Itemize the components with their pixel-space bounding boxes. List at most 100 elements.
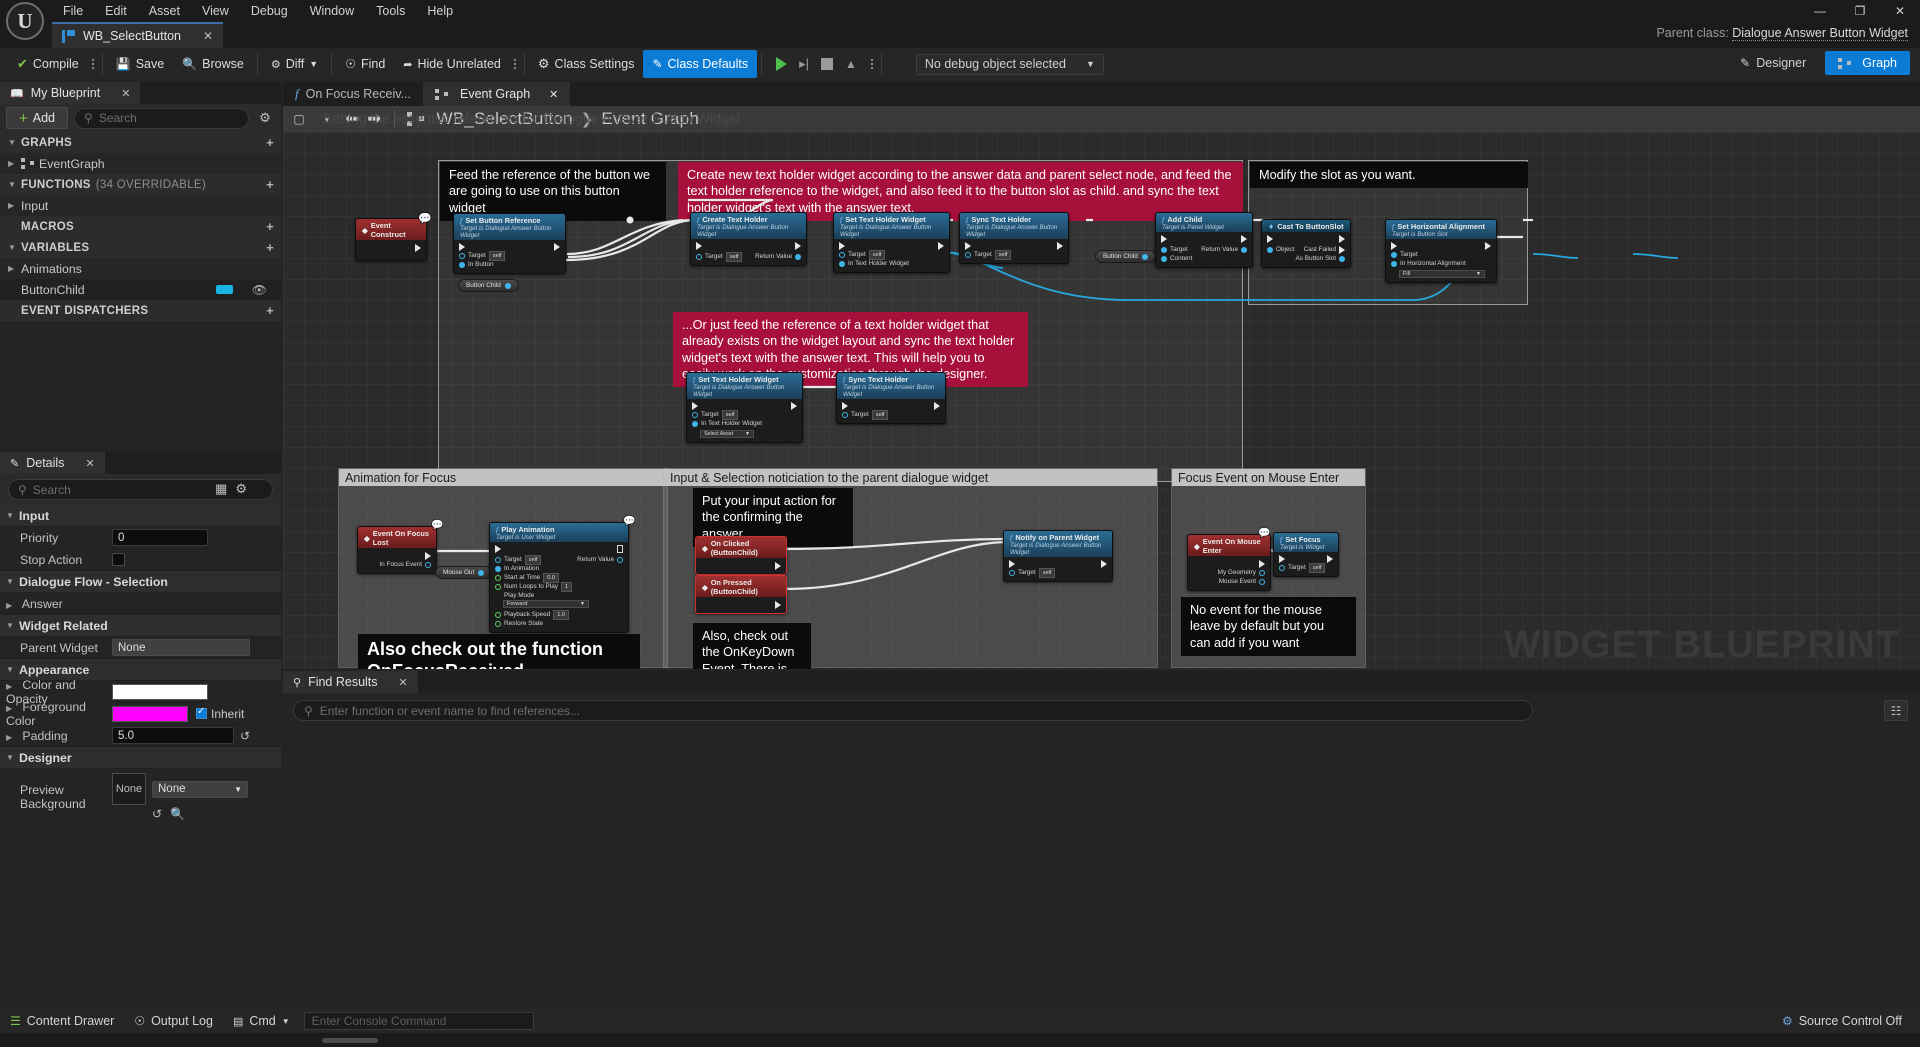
- tab-event-graph[interactable]: Event Graph ✕: [422, 82, 571, 106]
- node-set-text-holder-widget-top[interactable]: f Set Text Holder Widget Target is Dialog…: [833, 212, 950, 273]
- class-defaults-button[interactable]: ✎ Class Defaults: [643, 50, 758, 78]
- chevron-right-icon[interactable]: ▶: [8, 264, 21, 273]
- node-pin-return-value[interactable]: Return Value: [577, 555, 623, 564]
- chevron-right-icon[interactable]: ▶: [8, 159, 21, 168]
- output-log-button[interactable]: ☉ Output Log: [124, 1009, 223, 1033]
- add-button[interactable]: + Add: [6, 107, 69, 129]
- node-pin-target[interactable]: Target: [1391, 250, 1491, 259]
- eye-icon[interactable]: 👁: [252, 283, 267, 297]
- node-var-button-child-1[interactable]: Button Child: [458, 279, 519, 292]
- chevron-right-icon[interactable]: ▶: [6, 601, 19, 610]
- add-dispatcher-icon[interactable]: +: [266, 303, 274, 318]
- menu-item-help[interactable]: Help: [416, 1, 464, 21]
- hide-unrelated-options-icon[interactable]: [510, 52, 520, 76]
- node-pin-in-exec[interactable]: [696, 242, 702, 250]
- browse-icon[interactable]: 🔍: [170, 807, 185, 821]
- node-pin-out-exec[interactable]: [934, 402, 940, 410]
- node-event-on-focus-lost[interactable]: ◆ Event On Focus Lost In Focus Event: [357, 526, 437, 574]
- menu-item-view[interactable]: View: [191, 1, 240, 21]
- node-pin-in-horizontal-alignment[interactable]: In Horizontal Alignment: [1391, 259, 1491, 268]
- save-button[interactable]: 💾 Save: [107, 50, 173, 78]
- node-pin-out-exec[interactable]: [791, 402, 797, 410]
- sidebar-item-buttonchild[interactable]: ButtonChild 👁: [0, 279, 281, 300]
- parent-class-value[interactable]: Dialogue Answer Button Widget: [1732, 26, 1908, 41]
- maximize-button[interactable]: ❐: [1840, 0, 1880, 22]
- node-pin-as-button-slot[interactable]: As Button Slot: [1267, 254, 1345, 263]
- stop-icon[interactable]: [821, 58, 834, 70]
- parent-widget-combo[interactable]: None: [112, 639, 250, 656]
- close-button[interactable]: ✕: [1880, 0, 1920, 22]
- node-pin-target[interactable]: Target self: [692, 409, 797, 420]
- node-pin-target[interactable]: Target self: [1279, 562, 1333, 573]
- node-pin-target[interactable]: Target self: [839, 249, 944, 260]
- node-pin-in-exec[interactable]: [1009, 560, 1015, 568]
- node-pin-in-focus-event[interactable]: In Focus Event: [363, 560, 431, 569]
- node-pin-out-exec[interactable]: [554, 243, 560, 251]
- details-tab[interactable]: ✎ Details ✕: [0, 452, 105, 474]
- node-sync-text-holder-top[interactable]: f Sync Text Holder Target is Dialogue Ans…: [959, 212, 1069, 264]
- node-pin-in-button[interactable]: In Button: [459, 260, 560, 269]
- designer-mode-button[interactable]: ✎ Designer: [1727, 51, 1819, 75]
- my-blueprint-search-input[interactable]: ⚲ Search: [74, 107, 249, 129]
- node-on-clicked-buttonchild[interactable]: ◆ On Clicked (ButtonChild): [695, 536, 787, 575]
- node-pin-restore-state[interactable]: Restore State: [495, 619, 623, 628]
- my-blueprint-settings-icon[interactable]: ⚙: [255, 108, 275, 128]
- hide-unrelated-button[interactable]: ➦ Hide Unrelated: [394, 50, 510, 78]
- find-results-filter-button[interactable]: ☷: [1884, 700, 1908, 721]
- chevron-right-icon[interactable]: ▶: [8, 201, 21, 210]
- node-pin-content[interactable]: Content: [1161, 254, 1247, 263]
- node-pin-out-exec[interactable]: [701, 600, 781, 609]
- node-pin-target[interactable]: Target self: [842, 409, 940, 420]
- content-drawer-button[interactable]: ☰ Content Drawer: [0, 1009, 124, 1033]
- bookmark-icon[interactable]: ▢: [289, 109, 309, 129]
- add-function-icon[interactable]: +: [266, 177, 274, 192]
- node-cast-to-buttonslot[interactable]: ➧ Cast To ButtonSlot Object Cast Failed A…: [1261, 219, 1351, 268]
- node-pin-out-exec[interactable]: [363, 551, 431, 560]
- diff-button[interactable]: ⚙ Diff ▼: [262, 50, 327, 78]
- node-pin-out-exec[interactable]: [1057, 242, 1063, 250]
- horizontal-scrollbar-thumb[interactable]: [322, 1038, 378, 1043]
- node-pin-target[interactable]: Target self: [459, 250, 560, 261]
- color-and-opacity-swatch[interactable]: [112, 683, 208, 700]
- graph-mode-button[interactable]: Graph: [1825, 51, 1910, 75]
- node-pin-out-exec[interactable]: [617, 545, 623, 553]
- menu-item-edit[interactable]: Edit: [94, 1, 138, 21]
- node-var-mouse-out[interactable]: Mouse Out: [435, 566, 493, 579]
- my-blueprint-close-icon[interactable]: ✕: [121, 87, 130, 100]
- chevron-right-icon[interactable]: ▶: [6, 682, 19, 691]
- add-variable-icon[interactable]: +: [266, 240, 274, 255]
- node-pin-in-exec[interactable]: [1267, 235, 1273, 243]
- node-pin-out-exec[interactable]: [1241, 235, 1247, 243]
- details-close-icon[interactable]: ✕: [85, 457, 94, 470]
- find-results-tab[interactable]: ⚲ Find Results ✕: [283, 671, 418, 693]
- node-pin-num-loops[interactable]: Num Loops to Play 1: [495, 581, 623, 592]
- node-event-on-mouse-enter[interactable]: ◆ Event On Mouse Enter My Geometry Mouse …: [1187, 534, 1271, 591]
- node-pin-in-exec[interactable]: [1391, 242, 1397, 250]
- step-icon[interactable]: ▸|: [799, 56, 809, 72]
- section-variables[interactable]: ▼ VARIABLES +: [0, 237, 281, 258]
- reset-icon[interactable]: ↺: [240, 729, 250, 743]
- details-settings-icon[interactable]: ⚙: [235, 481, 247, 497]
- node-pin-return-value[interactable]: Return Value: [1201, 245, 1247, 254]
- minimize-button[interactable]: —: [1800, 0, 1840, 22]
- graph-canvas[interactable]: Setting the essential references for Dia…: [283, 110, 1920, 669]
- node-comment-bubble-icon[interactable]: 💬: [623, 516, 635, 527]
- sidebar-item-input[interactable]: ▶ Input: [0, 195, 281, 216]
- node-pin-out-exec[interactable]: [1327, 555, 1333, 563]
- node-comment-bubble-icon[interactable]: 💬: [418, 212, 432, 225]
- foreground-inherit-checkbox[interactable]: Inherit: [196, 706, 244, 721]
- foreground-color-swatch[interactable]: [112, 705, 188, 722]
- node-pin-return-value[interactable]: Return Value: [755, 252, 801, 261]
- node-combo-play-mode[interactable]: Forward ▼: [503, 600, 589, 608]
- menu-item-asset[interactable]: Asset: [138, 1, 191, 21]
- class-settings-button[interactable]: ⚙ Class Settings: [529, 50, 644, 78]
- node-pin-target[interactable]: Target self: [696, 251, 743, 262]
- asset-tab-wb-selectbutton[interactable]: WB_SelectButton ✕: [52, 22, 224, 48]
- node-combo-horizontal-alignment[interactable]: Fill ▼: [1399, 270, 1485, 278]
- node-pin-out-exec[interactable]: [1339, 235, 1345, 243]
- padding-input[interactable]: 5.0: [112, 727, 234, 744]
- node-var-button-child-2[interactable]: Button Child: [1095, 250, 1156, 263]
- source-control-button[interactable]: ⚙ Source Control Off: [1772, 1009, 1912, 1033]
- node-pin-object[interactable]: Object: [1267, 245, 1294, 254]
- compile-button[interactable]: ✔ Compile: [8, 50, 88, 78]
